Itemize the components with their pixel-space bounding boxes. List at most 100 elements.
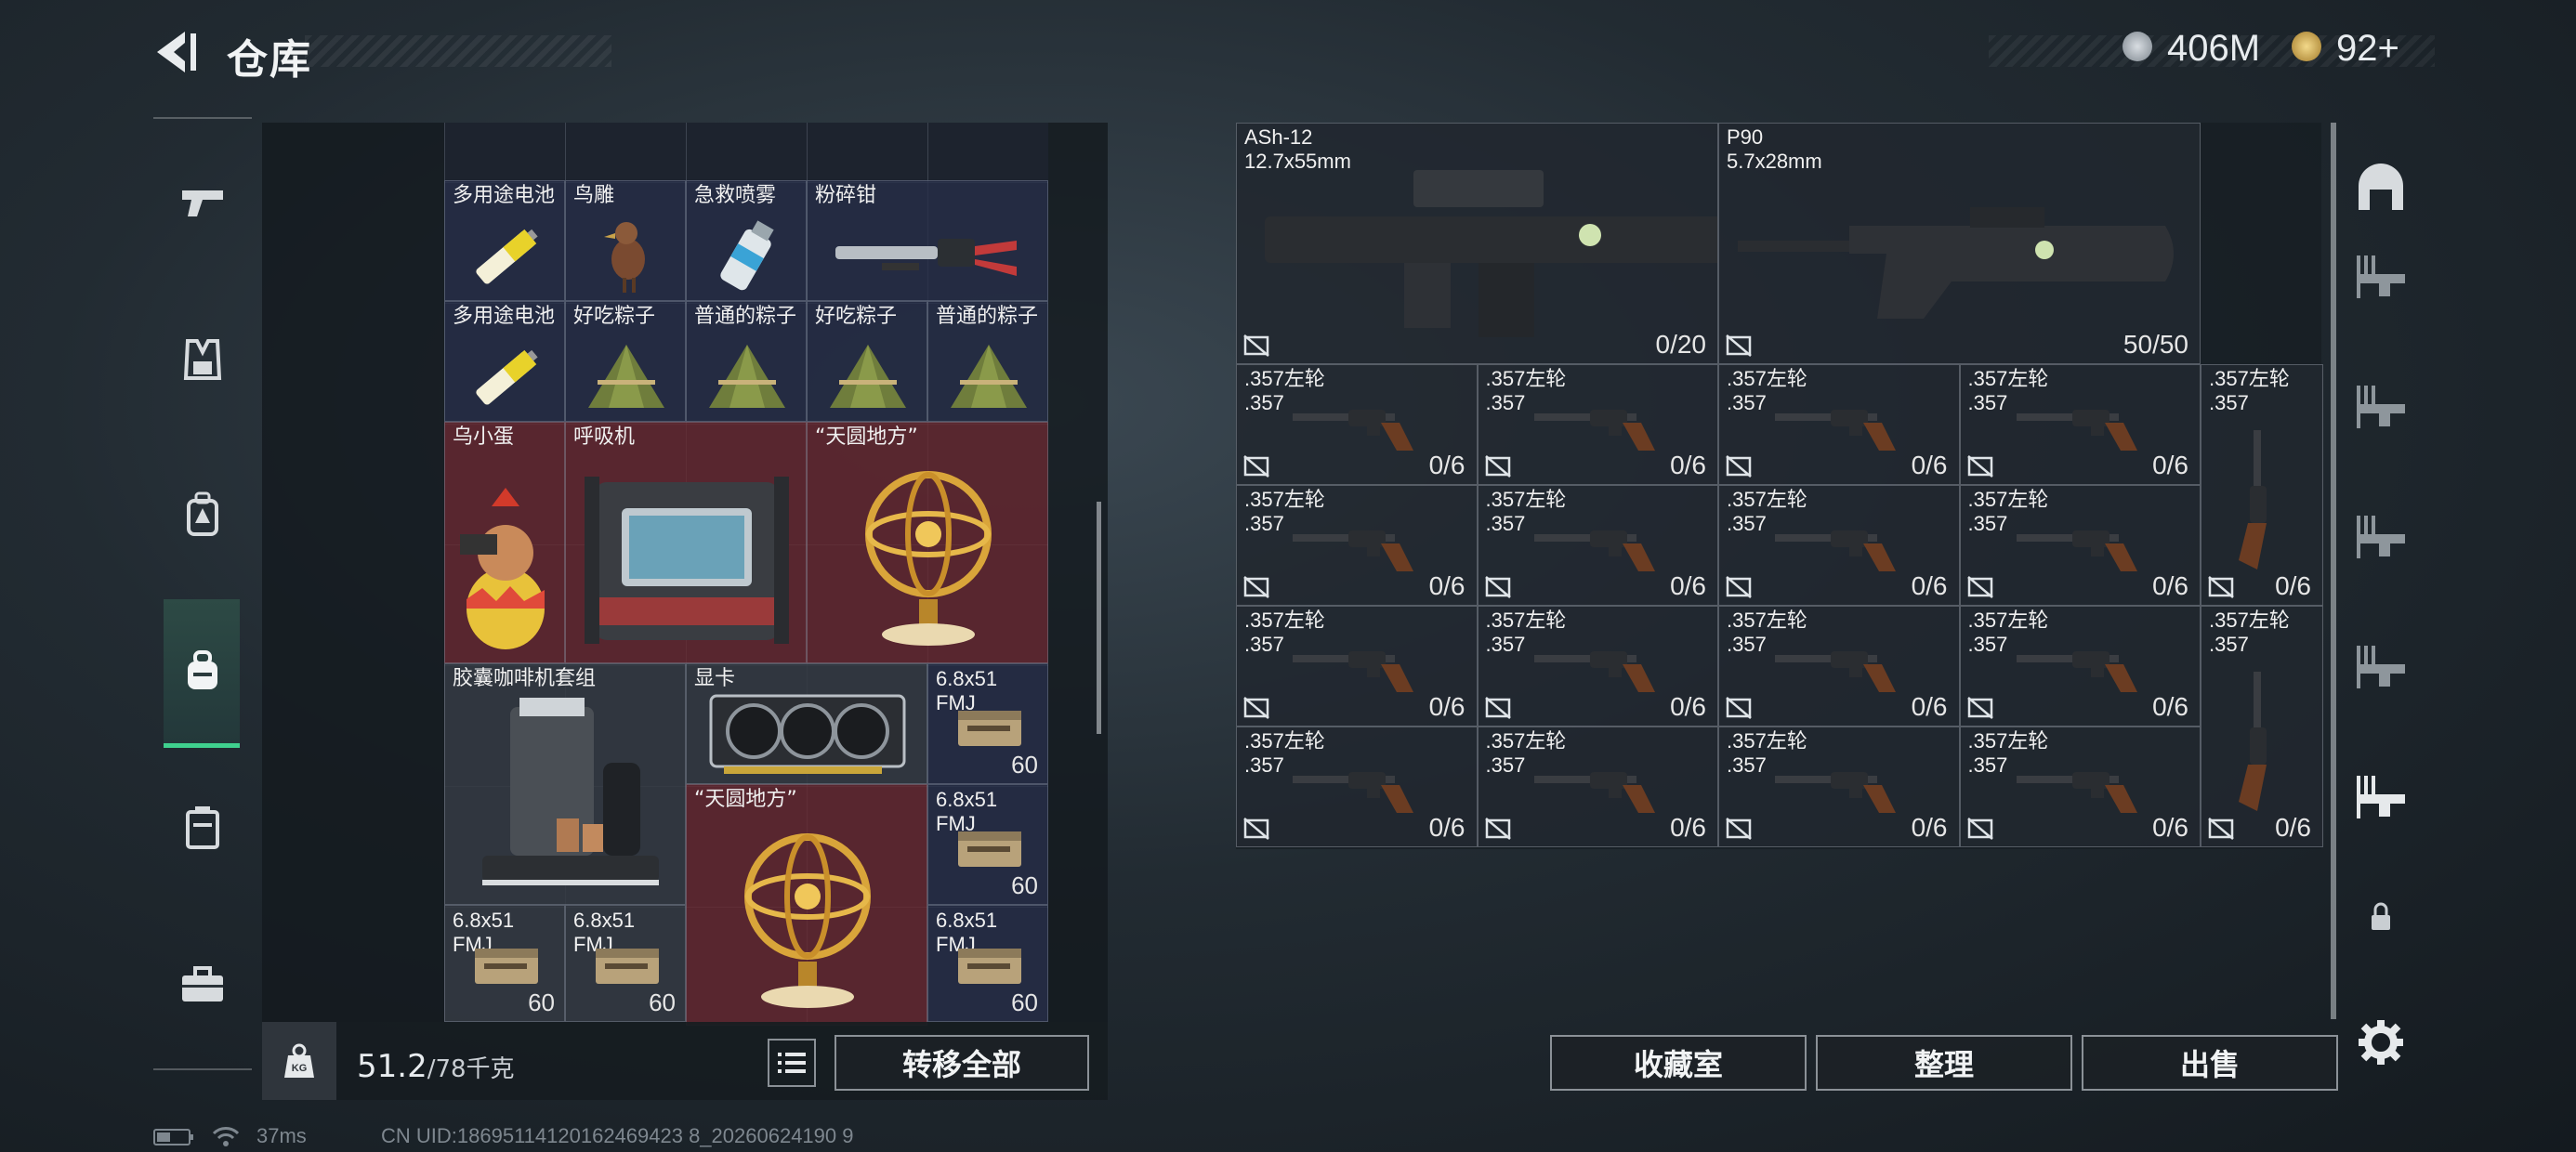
item-count: 60 <box>649 988 676 1016</box>
weapon-slot[interactable]: .357左轮 .357 0/6 <box>1959 606 2201 727</box>
nav-right-weapon-rack[interactable] <box>2351 636 2411 696</box>
weapon-slot[interactable]: .357左轮 .357 0/6 <box>1718 606 1960 727</box>
transfer-all-button[interactable]: 转移全部 <box>835 1035 1089 1091</box>
weapon-slot[interactable]: .357左轮 .357 0/6 <box>1236 364 1478 485</box>
weapon-slot[interactable]: .357左轮 .357 0/6 <box>1236 606 1478 727</box>
revolver-icon <box>1775 530 1896 571</box>
weapon-slot[interactable]: .357左轮 .357 0/6 <box>1477 364 1718 485</box>
item-label: 多用途电池 <box>453 184 556 207</box>
collection-room-button[interactable]: 收藏室 <box>1550 1035 1807 1091</box>
stash-item[interactable]: 显卡 <box>686 663 927 784</box>
stash-item[interactable]: “天圆地方” <box>686 784 927 1026</box>
weapon-ammo: 0/6 <box>1911 692 1948 721</box>
weapon-slot-large[interactable]: ASh-12 12.7x55mm 0/20 <box>1236 123 1718 364</box>
backpack-icon <box>187 491 218 536</box>
stash-item[interactable]: 6.8x51 FMJ 60 <box>565 905 686 1022</box>
nav-right-locked[interactable] <box>2351 887 2411 947</box>
zongzi-icon <box>709 345 785 408</box>
nav-armor[interactable] <box>164 321 242 399</box>
back-button[interactable] <box>153 28 200 76</box>
stash-item[interactable]: 好吃粽子 <box>565 301 686 422</box>
weapon-slot[interactable]: .357左轮 .357 0/6 <box>1236 727 1478 847</box>
weapon-slot[interactable]: .357左轮 .357 0/6 <box>1718 485 1960 606</box>
revolver-icon <box>1533 651 1655 692</box>
weapon-rack-icon <box>2357 386 2405 428</box>
weapon-slot[interactable]: .357左轮 .357 0/6 <box>2201 364 2323 606</box>
stash-item[interactable]: “天圆地方” <box>807 422 1048 663</box>
spray-can-icon <box>720 220 774 291</box>
stash-item[interactable]: 6.8x51 FMJ 60 <box>444 905 565 1022</box>
list-view-button[interactable] <box>768 1039 816 1087</box>
bunker-icon <box>2359 164 2403 210</box>
stash-item[interactable]: 胶囊咖啡机套组 <box>444 663 686 905</box>
stash-item[interactable]: 好吃粽子 <box>807 301 927 422</box>
weapon-slot[interactable]: .357左轮 .357 0/6 <box>1959 364 2201 485</box>
weapon-ammo: 0/6 <box>1428 451 1465 479</box>
nav-right-weapon-rack[interactable] <box>2351 246 2411 306</box>
stash-item[interactable]: 6.8x51 FMJ 60 <box>927 905 1048 1022</box>
weapon-label: P90 5.7x28mm <box>1727 125 1822 174</box>
item-label: 胶囊咖啡机套组 <box>453 667 597 690</box>
weapon-slot[interactable]: .357左轮 .357 0/6 <box>1959 727 2201 847</box>
page-title: 仓库 <box>227 36 312 84</box>
weapon-ammo: 0/6 <box>1670 813 1706 842</box>
ammo-box-icon <box>958 831 1021 867</box>
nav-case[interactable] <box>164 946 242 1024</box>
revolver-icon <box>2016 410 2137 451</box>
weight-icon: KG <box>262 1022 336 1100</box>
nav-rig[interactable] <box>164 788 242 866</box>
no-attachment-icon <box>1243 818 1269 840</box>
stash-item[interactable]: 多用途电池 <box>444 301 565 422</box>
nav-backpack[interactable] <box>164 476 242 554</box>
stash-item[interactable]: 急救喷雾 <box>686 180 807 301</box>
stash-item[interactable]: 鸟雕 <box>565 180 686 301</box>
stash-item[interactable]: 呼吸机 <box>565 422 807 663</box>
weapon-ammo: 0/6 <box>1428 692 1465 721</box>
weapon-slot[interactable]: .357左轮 .357 0/6 <box>1477 727 1718 847</box>
weapon-slot[interactable]: .357左轮 .357 0/6 <box>1718 727 1960 847</box>
battery-icon <box>476 349 538 405</box>
revolver-icon <box>1775 772 1896 813</box>
nav-weapons[interactable] <box>164 163 242 241</box>
stash-item[interactable]: 6.8x51 FMJ 60 <box>927 784 1048 905</box>
stash-item[interactable]: 6.8x51 FMJ 60 <box>927 663 1048 784</box>
nav-right-weapon-rack[interactable] <box>2351 376 2411 436</box>
settings-button[interactable] <box>2351 1013 2411 1072</box>
weapons-scrollbar[interactable] <box>2331 123 2336 1019</box>
nav-bottom-divider <box>153 1068 252 1070</box>
stash-item[interactable]: 普通的粽子 <box>686 301 807 422</box>
item-label: 呼吸机 <box>573 425 636 449</box>
sell-button[interactable]: 出售 <box>2082 1035 2338 1091</box>
no-attachment-icon <box>1726 334 1752 357</box>
organize-button[interactable]: 整理 <box>1816 1035 2072 1091</box>
stash-item[interactable]: 乌小蛋 <box>444 422 565 663</box>
no-attachment-icon <box>1966 455 1993 478</box>
nav-right-arsenal[interactable] <box>2351 158 2411 217</box>
item-label: 好吃粽子 <box>815 305 898 328</box>
currency-gold[interactable]: 92+ <box>2336 28 2399 70</box>
weapon-slot[interactable]: .357左轮 .357 0/6 <box>1718 364 1960 485</box>
stash-item[interactable]: 多用途电池 <box>444 180 565 301</box>
stash-scrollbar[interactable] <box>1097 502 1101 734</box>
weapon-ammo: 0/6 <box>2152 813 2188 842</box>
revolver-vertical-icon <box>2239 672 2267 811</box>
toolbox-icon <box>182 966 223 1001</box>
gold-coin-icon <box>2292 32 2321 61</box>
revolver-icon <box>2016 530 2137 571</box>
weapon-slot[interactable]: .357左轮 .357 0/6 <box>1477 606 1718 727</box>
weapon-slot[interactable]: .357左轮 .357 0/6 <box>1959 485 2201 606</box>
nav-right-weapon-rack[interactable] <box>2351 506 2411 566</box>
stash-item[interactable]: 粉碎钳 <box>807 180 1048 301</box>
ammo-box-icon <box>958 711 1021 746</box>
nav-stash[interactable] <box>164 632 242 710</box>
graphics-card-icon <box>709 694 906 774</box>
weapon-slot[interactable]: .357左轮 .357 0/6 <box>2201 606 2323 847</box>
nav-right-weapon-rack[interactable] <box>2351 766 2411 826</box>
revolver-icon <box>2016 772 2137 813</box>
pistol-icon <box>182 190 223 216</box>
stash-item[interactable]: 普通的粽子 <box>927 301 1048 422</box>
weapon-slot[interactable]: .357左轮 .357 0/6 <box>1477 485 1718 606</box>
revolver-icon <box>1293 651 1413 692</box>
weapon-slot[interactable]: .357左轮 .357 0/6 <box>1236 485 1478 606</box>
weapon-slot-large[interactable]: P90 5.7x28mm 50/50 <box>1718 123 2201 364</box>
